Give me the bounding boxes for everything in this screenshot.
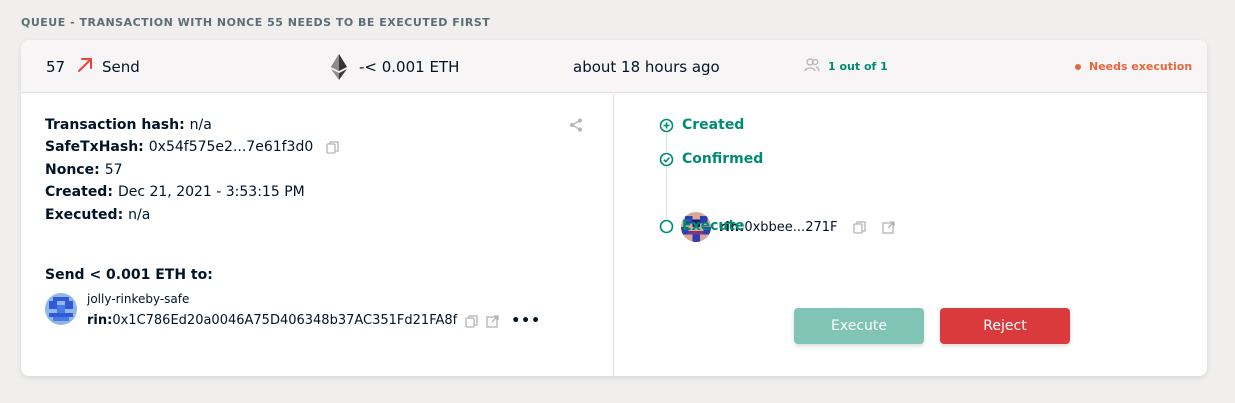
tx-nonce: 57 xyxy=(46,57,66,76)
recipient-name: jolly-rinkeby-safe xyxy=(87,292,190,306)
send-title: Send < 0.001 ETH to: xyxy=(45,267,213,283)
nonce-label: Nonce: xyxy=(45,162,100,178)
transaction-summary-row[interactable]: 57 Send -< 0.001 ETH about 18 hours ago xyxy=(21,40,1207,93)
created-row: Created: Dec 21, 2021 - 3:53:15 PM xyxy=(45,181,305,203)
timeline-execute-label: Execute xyxy=(682,218,745,234)
avatar xyxy=(45,293,77,325)
tx-hash-value: n/a xyxy=(189,117,212,133)
tx-type-label: Send xyxy=(102,57,140,76)
execute-button[interactable]: Execute xyxy=(794,308,924,344)
external-link-icon[interactable] xyxy=(486,314,499,328)
status-label: Needs execution xyxy=(1089,60,1193,73)
tx-amount-value: -< 0.001 ETH xyxy=(359,57,460,76)
tx-confirmations-label: 1 out of 1 xyxy=(828,60,888,73)
transaction-card: 57 Send -< 0.001 ETH about 18 hours ago xyxy=(21,40,1207,376)
transaction-details: Transaction hash: n/a SafeTxHash: 0x54f5… xyxy=(21,94,614,376)
check-circle-icon xyxy=(659,151,674,167)
executed-row: Executed: n/a xyxy=(45,204,150,226)
plus-circle-icon xyxy=(659,117,674,133)
created-value: Dec 21, 2021 - 3:53:15 PM xyxy=(117,184,305,200)
safe-tx-hash-row: SafeTxHash: 0x54f575e2...7e61f3d0 xyxy=(45,136,339,158)
executed-value: n/a xyxy=(128,207,151,223)
copy-icon[interactable] xyxy=(326,140,339,154)
tx-type: Send xyxy=(76,40,140,93)
recipient-address: 0x1C786Ed20a0046A75D406348b37AC351Fd21FA… xyxy=(112,313,458,328)
executed-label: Executed: xyxy=(45,207,124,223)
circle-icon xyxy=(659,218,674,234)
owner-address: 0xbbee...271F xyxy=(744,219,838,235)
external-link-icon[interactable] xyxy=(882,220,896,234)
nonce-value: 57 xyxy=(104,162,123,178)
owners-icon xyxy=(804,58,820,75)
safe-tx-hash-label: SafeTxHash: xyxy=(45,139,144,155)
queue-label: QUEUE - TRANSACTION WITH NONCE 55 NEEDS … xyxy=(21,16,491,29)
reject-button[interactable]: Reject xyxy=(940,308,1070,344)
nonce-row: Nonce: 57 xyxy=(45,159,123,181)
ethereum-icon xyxy=(331,53,347,80)
transaction-timeline: Created Confirmed rin:0xbbee...271F Exec… xyxy=(615,94,1207,376)
safe-tx-hash-value: 0x54f575e2...7e61f3d0 xyxy=(148,139,314,155)
timeline-step-execute: Execute xyxy=(659,218,745,234)
copy-icon[interactable] xyxy=(853,220,867,234)
tx-amount: -< 0.001 ETH xyxy=(331,40,459,93)
tx-time: about 18 hours ago xyxy=(573,57,720,76)
share-icon[interactable] xyxy=(569,118,583,132)
timeline-confirmed-label: Confirmed xyxy=(682,151,764,167)
timeline-step-created: Created xyxy=(659,117,744,133)
tx-hash-row: Transaction hash: n/a xyxy=(45,114,212,136)
timeline-created-label: Created xyxy=(682,117,745,133)
timeline-step-confirmed: Confirmed xyxy=(659,151,763,167)
tx-confirmations: 1 out of 1 xyxy=(804,40,888,93)
more-options-icon[interactable]: ••• xyxy=(511,312,541,330)
status-badge: Needs execution xyxy=(1075,40,1192,93)
recipient: jolly-rinkeby-safe rin: 0x1C786Ed20a0046… xyxy=(45,290,541,330)
status-dot-icon xyxy=(1075,63,1081,70)
timeline-connector xyxy=(666,117,667,227)
recipient-chain-prefix: rin: xyxy=(87,313,113,328)
copy-icon[interactable] xyxy=(465,314,478,328)
tx-hash-label: Transaction hash: xyxy=(45,117,185,133)
arrow-up-right-icon xyxy=(76,56,94,78)
created-label: Created: xyxy=(45,184,113,200)
recipient-address-row: rin: 0x1C786Ed20a0046A75D406348b37AC351F… xyxy=(87,312,541,330)
